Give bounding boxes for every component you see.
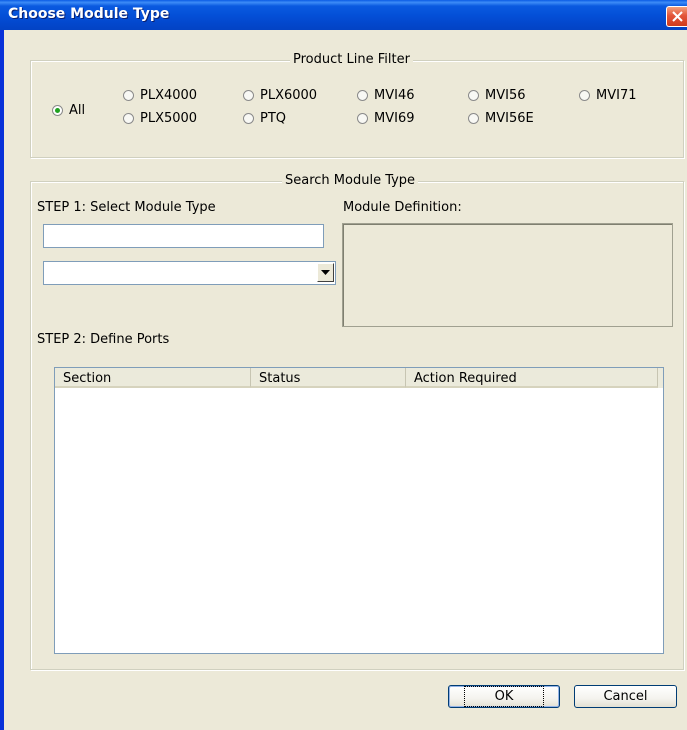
radio-mvi69[interactable]: MVI69 (357, 111, 415, 126)
search-module-type-legend: Search Module Type (282, 173, 419, 188)
product-line-filter-legend: Product Line Filter (290, 52, 413, 67)
search-module-type-group: Search Module Type STEP 1: Select Module… (30, 173, 684, 670)
column-header-status[interactable]: Status (251, 368, 406, 388)
column-header-section[interactable]: Section (55, 368, 251, 388)
column-header-action-required[interactable]: Action Required (406, 368, 658, 388)
radio-ptq-indicator (243, 113, 254, 124)
dialog-window: Choose Module Type Product Line Filter A… (0, 0, 687, 730)
radio-plx5000[interactable]: PLX5000 (123, 111, 197, 126)
cancel-button[interactable]: Cancel (574, 685, 677, 708)
radio-plx5000-label: PLX5000 (140, 111, 198, 126)
radio-mvi56e[interactable]: MVI56E (468, 111, 534, 126)
radio-mvi56-label: MVI56 (485, 88, 526, 103)
radio-mvi69-label: MVI69 (374, 111, 415, 126)
radio-plx6000-indicator (243, 90, 254, 101)
radio-mvi56e-label: MVI56E (485, 111, 534, 126)
radio-mvi46-label: MVI46 (374, 88, 415, 103)
ok-button-label: OK (463, 686, 545, 707)
radio-mvi46-indicator (357, 90, 368, 101)
module-definition-label: Module Definition: (343, 200, 462, 215)
radio-all-indicator (52, 105, 63, 116)
radio-mvi56[interactable]: MVI56 (468, 88, 526, 103)
step1-label: STEP 1: Select Module Type (37, 200, 216, 215)
ports-list[interactable]: Section Status Action Required (54, 367, 664, 654)
radio-mvi71-indicator (579, 90, 590, 101)
radio-all[interactable]: All (52, 103, 85, 118)
radio-plx4000-indicator (123, 90, 134, 101)
step2-label: STEP 2: Define Ports (37, 332, 170, 347)
radio-ptq-label: PTQ (260, 111, 287, 126)
ports-list-header: Section Status Action Required (55, 368, 663, 388)
radio-mvi71[interactable]: MVI71 (579, 88, 637, 103)
module-type-select[interactable] (43, 261, 336, 285)
radio-plx4000[interactable]: PLX4000 (123, 88, 197, 103)
radio-plx6000-label: PLX6000 (260, 88, 318, 103)
radio-plx5000-indicator (123, 113, 134, 124)
radio-plx6000[interactable]: PLX6000 (243, 88, 317, 103)
radio-mvi69-indicator (357, 113, 368, 124)
close-icon (672, 11, 683, 22)
radio-ptq[interactable]: PTQ (243, 111, 286, 126)
radio-mvi46[interactable]: MVI46 (357, 88, 415, 103)
module-definition-box (342, 223, 673, 327)
cancel-button-label: Cancel (603, 689, 648, 704)
module-type-input[interactable] (43, 224, 324, 248)
chevron-down-icon (321, 269, 330, 275)
close-button[interactable] (666, 6, 687, 27)
radio-mvi56e-indicator (468, 113, 479, 124)
radio-plx4000-label: PLX4000 (140, 88, 198, 103)
title-bar[interactable]: Choose Module Type (0, 0, 687, 30)
dialog-client-area: Product Line Filter All PLX4000 PLX5000 … (4, 30, 687, 730)
product-line-filter-group: Product Line Filter All PLX4000 PLX5000 … (30, 52, 684, 158)
radio-all-label: All (69, 103, 86, 118)
ok-button[interactable]: OK (448, 685, 560, 708)
radio-mvi71-label: MVI71 (596, 88, 637, 103)
radio-mvi56-indicator (468, 90, 479, 101)
module-type-dropdown-button[interactable] (317, 263, 334, 282)
window-title: Choose Module Type (8, 6, 170, 22)
